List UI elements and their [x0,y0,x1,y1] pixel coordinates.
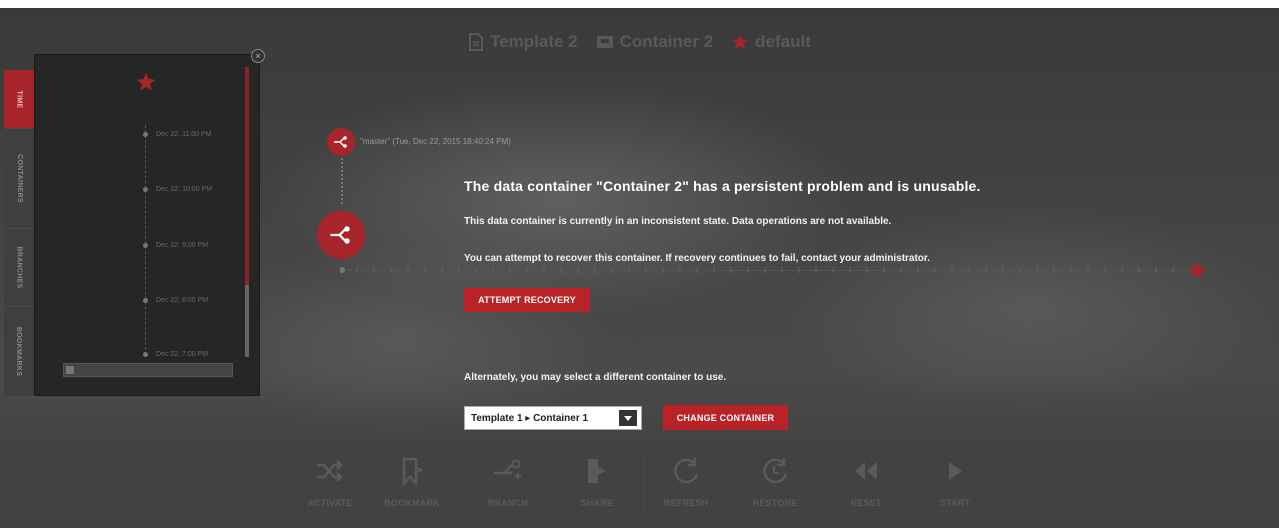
timeline-ticks [340,266,1190,274]
branch-label: default [755,32,811,51]
error-description: This data container is currently in an i… [464,216,892,227]
top-strip [0,0,1279,8]
error-title: The data container "Container 2" has a p… [464,178,981,194]
refresh-icon [674,458,699,484]
play-icon [949,462,962,480]
bookmark-icon [402,457,423,485]
start-label: START [939,498,971,508]
branch-icon [330,226,350,244]
time-entry[interactable]: Dec 22, 10:00 PM [143,186,212,193]
time-panel: × Dec 22, 11:00 PM Dec 22, 10:00 PM Dec … [34,49,265,396]
tab-bookmarks-label: BOOKMARKS [15,326,23,376]
branch-icon [494,459,521,479]
container-select-value: Template 1 ▸ Container 1 [471,412,589,424]
tab-branches[interactable]: BRANCHES [4,228,34,307]
star-icon [1187,260,1207,279]
document-icon [469,33,484,51]
time-entry-label: Dec 22, 9:00 PM [156,242,209,249]
time-entry-dot [143,187,148,192]
recovery-instruction: You can attempt to recover this containe… [464,253,931,264]
current-branch-node[interactable] [317,211,365,259]
branch-label: BRANCH [487,498,529,508]
share-icon [588,459,606,483]
timeline-track[interactable] [340,260,1207,279]
activate-button[interactable]: ACTIVATE [295,454,365,508]
branch-crumb[interactable]: default [731,32,811,52]
change-container-button[interactable]: CHANGE CONTAINER [663,405,788,430]
time-entry-dot [143,298,148,303]
time-axis [145,125,146,355]
time-entry-dot [143,352,148,357]
branch-connector [341,158,343,204]
branch-icon [334,136,347,148]
shuffle-icon [317,460,343,482]
time-range-thumb[interactable] [66,366,74,374]
tab-containers-label: CONTAINERS [15,153,23,203]
restore-button[interactable]: RESTORE [740,454,810,508]
chevron-down-icon[interactable] [619,410,637,426]
template-crumb[interactable]: Template 2 [468,32,578,52]
time-entry-dot [143,243,148,248]
time-range-slider[interactable] [63,363,233,377]
action-toolbar: ACTIVATE BOOKMARK BRANCH SHARE REFRESH R… [0,440,1279,528]
bookmark-label: BOOKMARK [384,498,440,508]
tab-time-label: TIME [15,90,23,108]
time-entry-label: Dec 22, 11:00 PM [156,131,212,138]
refresh-label: REFRESH [663,498,709,508]
star-icon [136,72,156,91]
container-label: Container 2 [619,32,714,51]
reset-button[interactable]: RESET [831,454,901,508]
time-entry-label: Dec 22, 10:00 PM [156,186,213,193]
alternate-instruction: Alternately, you may select a different … [464,372,727,383]
restore-label: RESTORE [752,498,798,508]
time-entry-label: Dec 22, 8:00 PM [156,297,209,304]
time-entry[interactable]: Dec 22, 7:00 PM [143,351,208,358]
time-entry[interactable]: Dec 22, 8:00 PM [143,297,208,304]
tab-bookmarks[interactable]: BOOKMARKS [4,306,34,397]
bookmark-button[interactable]: BOOKMARK [377,454,447,508]
master-branch-node[interactable] [327,128,355,156]
tab-containers[interactable]: CONTAINERS [4,128,34,229]
branch-button[interactable]: BRANCH [473,454,543,508]
time-scroll-thumb[interactable] [245,285,249,357]
star-icon [732,34,748,49]
toolbar-divider [643,458,644,510]
container-select[interactable]: Template 1 ▸ Container 1 [464,406,642,430]
refresh-button[interactable]: REFRESH [651,454,721,508]
container-icon [596,36,613,48]
side-tabs: TIME CONTAINERS BRANCHES BOOKMARKS [4,70,34,397]
rewind-icon [855,462,877,480]
reset-label: RESET [850,498,882,508]
time-entry-dot [143,132,148,137]
tab-time[interactable]: TIME [4,70,34,129]
attempt-recovery-button[interactable]: ATTEMPT RECOVERY [464,288,590,312]
close-icon[interactable]: × [251,49,265,63]
start-button[interactable]: START [920,454,990,508]
time-entry[interactable]: Dec 22, 9:00 PM [143,242,208,249]
time-entry-label: Dec 22, 7:00 PM [156,351,209,358]
template-label: Template 2 [490,32,578,51]
time-entry[interactable]: Dec 22, 11:00 PM [143,131,212,138]
restore-icon [763,458,788,484]
share-label: SHARE [580,498,614,508]
header-breadcrumb: Template 2 Container 2 default [0,28,1279,56]
container-crumb[interactable]: Container 2 [596,32,714,52]
share-button[interactable]: SHARE [562,454,632,508]
master-branch-label: "master" (Tue, Dec 22, 2015 18:40:24 PM) [360,137,511,146]
tab-branches-label: BRANCHES [15,245,23,289]
error-message: The data container "Container 2" has a p… [464,178,1084,383]
activate-label: ACTIVATE [307,498,353,508]
